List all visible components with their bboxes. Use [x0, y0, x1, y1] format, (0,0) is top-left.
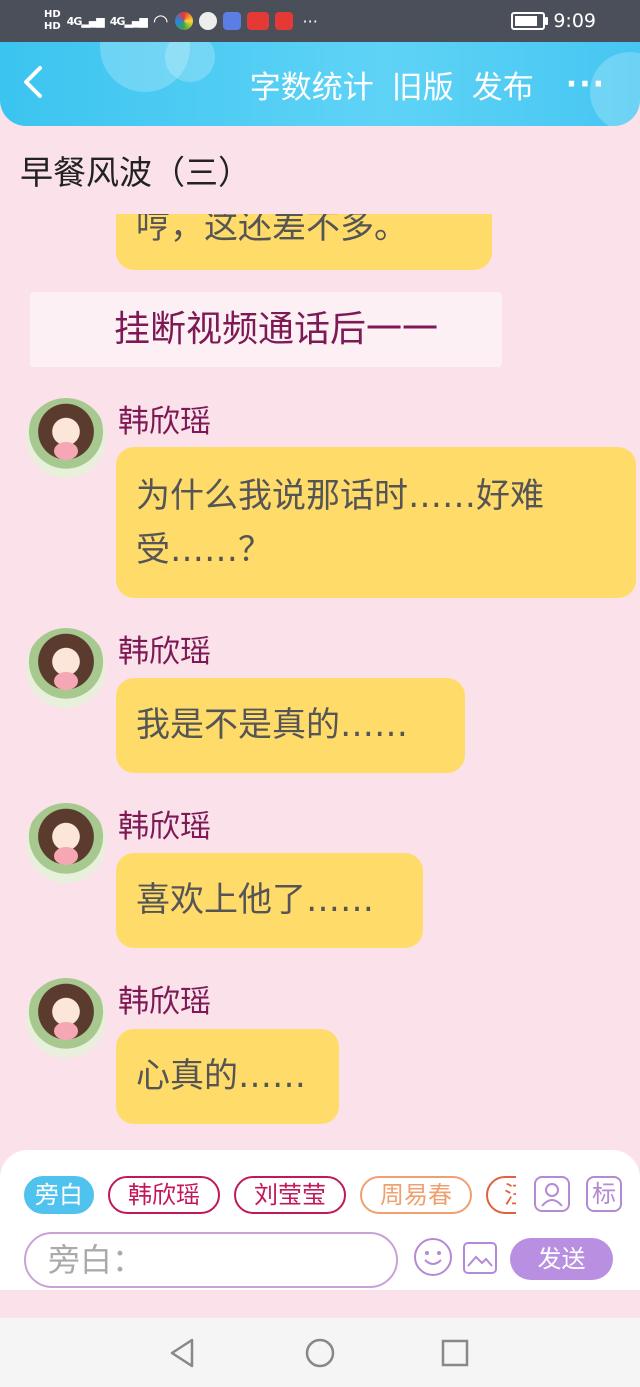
status-bar: HD HD 4G▂▄▆ 4G▂▄▆ ◠ ··· 9:09 — [0, 0, 640, 42]
partial-message-clip: 哼，这还差不多。 — [0, 214, 640, 274]
back-button[interactable] — [18, 62, 58, 106]
store-app-icon — [274, 12, 293, 30]
emoji-icon[interactable] — [414, 1238, 452, 1276]
more-menu-icon[interactable]: ··· — [566, 67, 606, 102]
publish-button[interactable]: 发布 — [472, 62, 534, 107]
composer-panel: 旁白 韩欣瑶 刘莹莹 周易春 汪 标 旁白： 发送 — [0, 1150, 640, 1290]
old-version-button[interactable]: 旧版 — [392, 62, 454, 107]
avatar[interactable] — [26, 398, 106, 478]
role-chip-narrator[interactable]: 旁白 — [24, 1176, 94, 1214]
app-icon — [174, 12, 193, 30]
message-text-line: 受……？ — [136, 530, 272, 570]
send-button[interactable]: 发送 — [510, 1238, 613, 1280]
image-icon[interactable] — [463, 1242, 497, 1274]
message-bubble: 为什么我说那话时……好难 受……？ — [116, 447, 636, 598]
message-text: 喜欢上他了…… — [136, 880, 374, 920]
nav-recents-icon[interactable] — [438, 1336, 472, 1370]
hd-label: HD — [44, 21, 61, 32]
message-bubble: 心真的…… — [116, 1029, 339, 1124]
system-nav-bar — [0, 1318, 640, 1387]
role-chip-liu-yingying[interactable]: 刘莹莹 — [234, 1176, 346, 1214]
hd-label: HD — [44, 9, 61, 20]
message-bubble: 哼，这还差不多。 — [116, 214, 492, 270]
battery-icon — [511, 12, 549, 30]
person-icon — [541, 1183, 563, 1207]
message-text: 哼，这还差不多。 — [136, 214, 408, 247]
hd-indicator: HD HD — [44, 9, 61, 33]
nav-back-icon[interactable] — [166, 1336, 200, 1370]
clock: 9:09 — [553, 10, 596, 32]
avatar[interactable] — [26, 628, 106, 708]
sender-name: 韩欣瑶 — [118, 634, 211, 670]
role-chip-zhou-yichun[interactable]: 周易春 — [360, 1176, 472, 1214]
sender-name: 韩欣瑶 — [118, 984, 211, 1020]
signal-label: 4G — [66, 14, 83, 28]
story-title: 早餐风波（三） — [20, 153, 251, 192]
role-chip-partial[interactable]: 汪 — [486, 1176, 516, 1214]
mark-button[interactable]: 标 — [586, 1176, 622, 1212]
signal-icon: 4G▂▄▆ — [109, 14, 148, 28]
message-input[interactable]: 旁白： — [24, 1232, 398, 1288]
message-text-line: 为什么我说那话时……好难 — [136, 476, 544, 516]
message-bubble: 我是不是真的…… — [116, 678, 465, 773]
role-chip-han-xinyao[interactable]: 韩欣瑶 — [108, 1176, 220, 1214]
wifi-icon: ◠ — [152, 10, 169, 32]
role-chip-scroller[interactable]: 旁白 韩欣瑶 刘莹莹 周易春 汪 — [0, 1150, 516, 1230]
avatar[interactable] — [26, 978, 106, 1058]
picture-icon — [467, 1255, 493, 1267]
avatar[interactable] — [26, 803, 106, 883]
message-text: 心真的…… — [136, 1056, 306, 1096]
more-notifications-icon: ··· — [302, 11, 318, 31]
message-bubble: 喜欢上他了…… — [116, 853, 423, 948]
app-header: 字数统计 旧版 发布 ··· — [0, 42, 640, 126]
nav-home-icon[interactable] — [303, 1336, 337, 1370]
signal-icon: 4G▂▄▆ — [66, 14, 105, 28]
smile-icon — [424, 1251, 442, 1265]
signal-label: 4G — [109, 14, 126, 28]
music-app-icon — [222, 12, 241, 30]
sender-name: 韩欣瑶 — [118, 404, 211, 440]
news-app-icon — [246, 12, 269, 30]
narration-line: 挂断视频通话后一一 — [30, 292, 502, 367]
sender-name: 韩欣瑶 — [118, 809, 211, 845]
word-count-button[interactable]: 字数统计 — [250, 62, 374, 107]
app-icon — [198, 12, 217, 30]
chevron-left-icon — [24, 66, 42, 98]
character-icon[interactable] — [534, 1176, 570, 1212]
message-text: 我是不是真的…… — [136, 705, 408, 745]
